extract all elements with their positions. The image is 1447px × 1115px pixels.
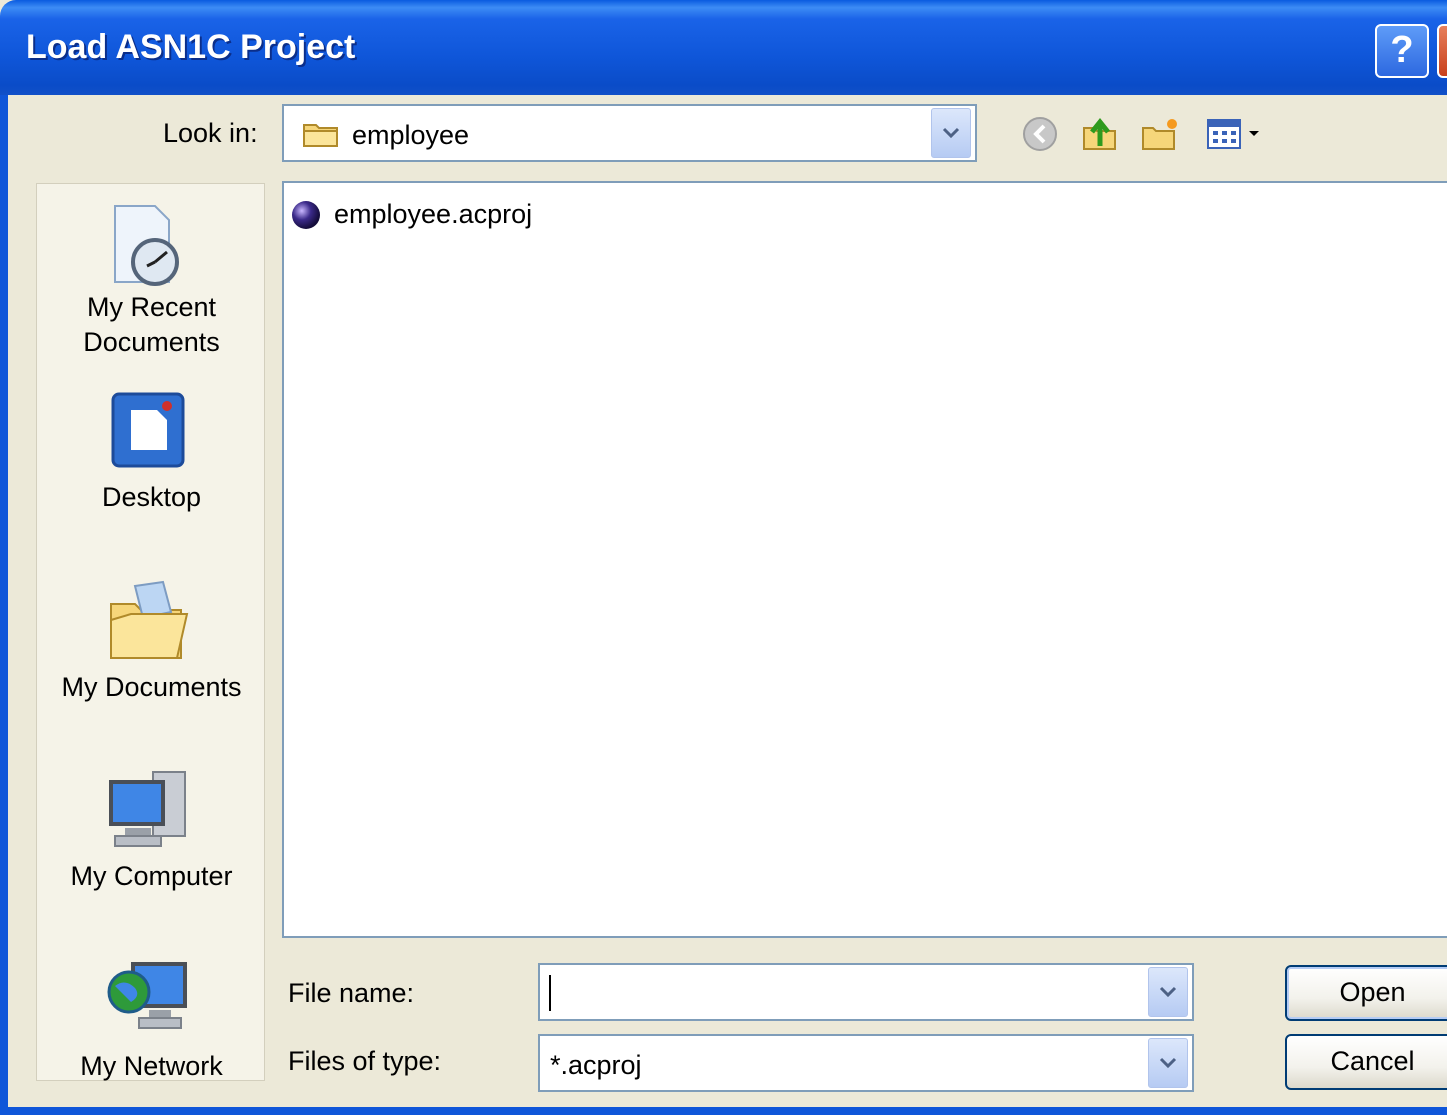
folder-icon bbox=[303, 124, 338, 147]
window-frame-left bbox=[0, 95, 8, 1115]
place-my-documents-label: My Documents bbox=[61, 672, 242, 702]
my-computer-icon bbox=[109, 771, 186, 847]
my-network-icon bbox=[107, 962, 187, 1029]
my-documents-icon bbox=[110, 580, 189, 659]
place-desktop-label: Desktop bbox=[101, 482, 202, 512]
file-name: employee.acproj bbox=[334, 199, 533, 229]
look-in-value: employee bbox=[352, 120, 470, 150]
place-my-network-label: My Network bbox=[80, 1051, 223, 1081]
chevron-down-icon bbox=[942, 127, 960, 139]
project-file-icon bbox=[292, 201, 320, 229]
window-frame-bottom bbox=[0, 1107, 1447, 1115]
close-button[interactable] bbox=[1437, 24, 1447, 78]
look-in-dropdown-button[interactable] bbox=[931, 108, 971, 158]
recent-documents-icon bbox=[114, 205, 179, 286]
look-in-label: Look in: bbox=[163, 118, 258, 148]
open-button[interactable]: Open bbox=[1285, 965, 1447, 1021]
cancel-button[interactable]: Cancel bbox=[1285, 1034, 1447, 1090]
title-bar: Load ASN1C Project ? bbox=[0, 0, 1447, 95]
file-type-select[interactable]: *.acproj bbox=[538, 1034, 1194, 1092]
file-name-dropdown-button[interactable] bbox=[1148, 967, 1188, 1017]
back-icon[interactable] bbox=[1020, 114, 1060, 154]
file-name-label: File name: bbox=[288, 978, 415, 1008]
desktop-icon bbox=[111, 392, 185, 468]
new-folder-icon[interactable] bbox=[1140, 114, 1180, 154]
file-type-value: *.acproj bbox=[550, 1050, 642, 1080]
help-button[interactable]: ? bbox=[1375, 24, 1429, 78]
window-title: Load ASN1C Project bbox=[26, 28, 356, 66]
file-list[interactable]: employee.acproj bbox=[282, 181, 1447, 938]
place-recent-label-2: Documents bbox=[83, 327, 220, 357]
view-menu-icon[interactable] bbox=[1205, 114, 1267, 154]
chevron-down-icon bbox=[1159, 1057, 1177, 1069]
file-name-input[interactable] bbox=[538, 963, 1194, 1021]
places-bar: My Recent Documents Desktop My Documents… bbox=[36, 183, 265, 1081]
file-type-dropdown-button[interactable] bbox=[1148, 1038, 1188, 1088]
file-type-label: Files of type: bbox=[288, 1046, 442, 1076]
chevron-down-icon bbox=[1159, 986, 1177, 998]
text-caret bbox=[549, 975, 551, 1011]
up-folder-icon[interactable] bbox=[1080, 114, 1120, 154]
place-recent-label-1: My Recent bbox=[86, 292, 217, 322]
place-my-computer-label: My Computer bbox=[70, 861, 233, 891]
look-in-combobox[interactable]: employee bbox=[282, 104, 977, 162]
